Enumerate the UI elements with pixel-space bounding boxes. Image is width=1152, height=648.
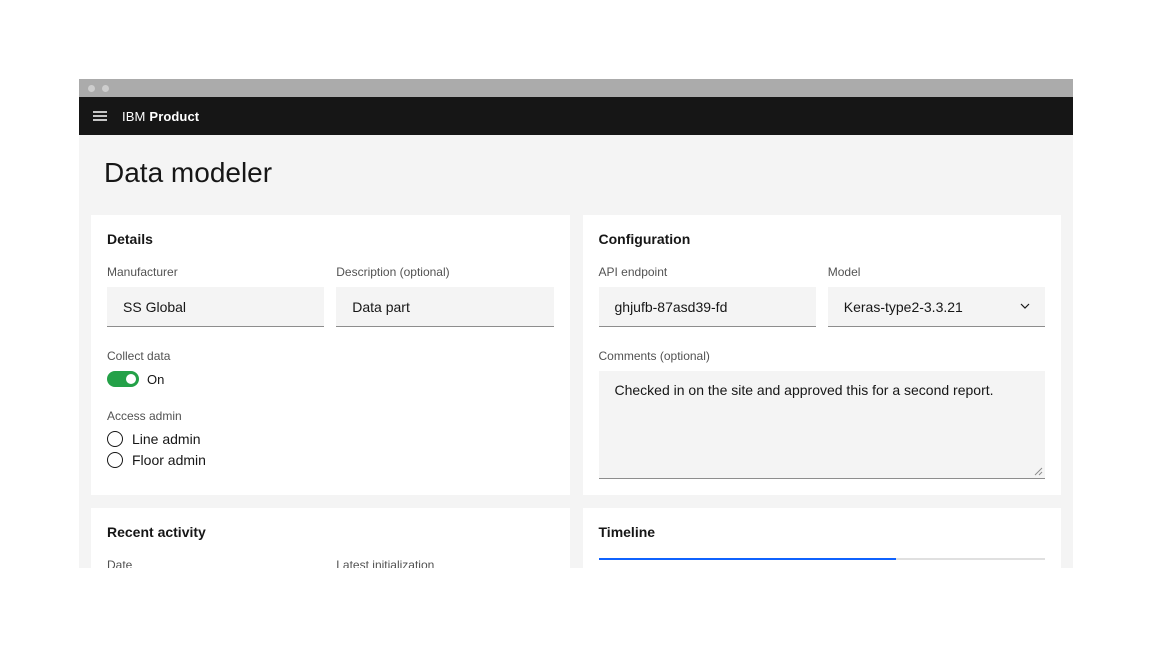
configuration-card: Configuration API endpoint Model xyxy=(583,215,1062,495)
comments-label: Comments (optional) xyxy=(599,349,1046,363)
window-dot-2[interactable] xyxy=(102,85,109,92)
window-titlebar xyxy=(79,79,1073,97)
brand-name: IBM xyxy=(122,109,145,124)
timeline-card: Timeline Issue creation xyxy=(583,508,1062,568)
brand: IBM Product xyxy=(122,109,199,124)
manufacturer-input[interactable] xyxy=(107,287,324,327)
collect-data-toggle[interactable] xyxy=(107,371,139,387)
description-input[interactable] xyxy=(336,287,553,327)
page-title: Data modeler xyxy=(91,135,1061,215)
date-label: Date xyxy=(107,558,324,568)
model-field: Model xyxy=(828,265,1045,327)
radio-option-line-admin[interactable]: Line admin xyxy=(107,431,554,447)
manufacturer-field: Manufacturer xyxy=(107,265,324,327)
step-production[interactable]: Production xyxy=(896,558,1045,568)
recent-activity-card: Recent activity Date Latest initializati… xyxy=(91,508,570,568)
access-admin-label: Access admin xyxy=(107,409,554,423)
resize-handle-icon[interactable] xyxy=(1034,467,1043,476)
radio-button-floor-admin[interactable] xyxy=(107,452,123,468)
latest-initialization-label: Latest initialization xyxy=(336,558,553,568)
model-dropdown[interactable] xyxy=(828,287,1045,327)
configuration-heading: Configuration xyxy=(599,231,1046,247)
collect-data-section: Collect data On xyxy=(107,349,554,387)
api-endpoint-field: API endpoint xyxy=(599,265,816,327)
radio-button-line-admin[interactable] xyxy=(107,431,123,447)
progress-indicator: Issue creation Initialization Pro xyxy=(599,558,1046,568)
step-initialization[interactable]: Initialization xyxy=(747,558,896,568)
collect-data-label: Collect data xyxy=(107,349,554,363)
details-heading: Details xyxy=(107,231,554,247)
toggle-knob xyxy=(126,374,136,384)
app-window: IBM Product Data modeler Details Manufact… xyxy=(79,79,1073,568)
recent-activity-heading: Recent activity xyxy=(107,524,554,540)
access-admin-section: Access admin Line admin Floor admin xyxy=(107,409,554,468)
radio-label-floor-admin: Floor admin xyxy=(132,452,206,468)
card-grid: Details Manufacturer Description (option… xyxy=(91,215,1061,568)
api-endpoint-label: API endpoint xyxy=(599,265,816,279)
page-content: Data modeler Details Manufacturer Descri… xyxy=(79,135,1073,568)
comments-field: Comments (optional) Checked in on the si… xyxy=(599,349,1046,479)
radio-option-floor-admin[interactable]: Floor admin xyxy=(107,452,554,468)
window-dot-1[interactable] xyxy=(88,85,95,92)
api-endpoint-input[interactable] xyxy=(599,287,816,327)
date-field: Date xyxy=(107,558,324,568)
app-header: IBM Product xyxy=(79,97,1073,135)
manufacturer-label: Manufacturer xyxy=(107,265,324,279)
model-label: Model xyxy=(828,265,1045,279)
latest-initialization-field: Latest initialization xyxy=(336,558,553,568)
details-card: Details Manufacturer Description (option… xyxy=(91,215,570,495)
timeline-heading: Timeline xyxy=(599,524,1046,540)
brand-product: Product xyxy=(149,109,199,124)
description-field: Description (optional) xyxy=(336,265,553,327)
collect-data-state: On xyxy=(147,372,164,387)
step-issue-creation[interactable]: Issue creation xyxy=(599,558,748,568)
comments-textarea[interactable]: Checked in on the site and approved this… xyxy=(599,371,1046,479)
menu-icon[interactable] xyxy=(92,108,108,124)
radio-label-line-admin: Line admin xyxy=(132,431,201,447)
description-label: Description (optional) xyxy=(336,265,553,279)
